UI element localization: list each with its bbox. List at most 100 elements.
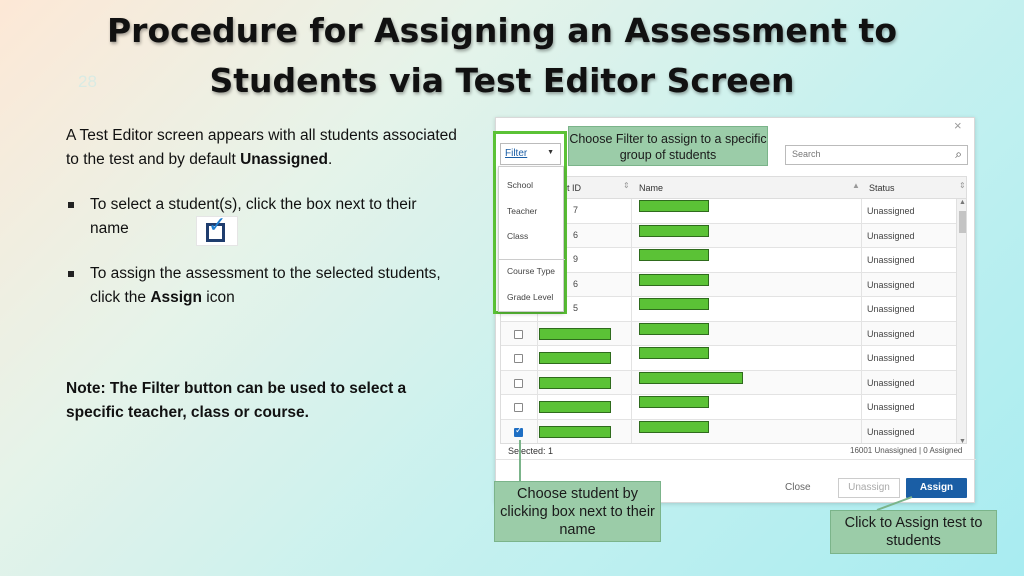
column-header-name[interactable]: Name bbox=[639, 183, 663, 193]
row-checkbox[interactable] bbox=[514, 329, 523, 339]
filter-option-course-type[interactable]: Course Type bbox=[507, 266, 555, 276]
redacted-student-name bbox=[639, 298, 709, 310]
filter-label: Filter bbox=[505, 148, 528, 159]
status-text: Unassigned bbox=[867, 328, 915, 339]
redacted-student-name bbox=[639, 273, 709, 286]
note-text: Note: The Filter button can be used to s… bbox=[66, 380, 407, 421]
sort-ascending-icon[interactable]: ▲ bbox=[852, 181, 860, 190]
intro-end: . bbox=[327, 151, 333, 168]
redacted-student-name bbox=[639, 322, 709, 335]
redacted-student-id bbox=[539, 352, 611, 364]
table-row[interactable]: 6 Unassigned bbox=[501, 272, 966, 297]
column-header-status[interactable]: Status bbox=[869, 183, 895, 193]
status-text: Unassigned bbox=[867, 206, 915, 216]
scroll-up-icon[interactable]: ▲ bbox=[959, 199, 966, 206]
selected-count: Selected: 1 bbox=[508, 446, 554, 456]
filter-option-class[interactable]: Class bbox=[507, 231, 528, 241]
checkbox-example-icon: ✓ bbox=[196, 213, 238, 246]
intro-bold: Unassigned bbox=[240, 151, 328, 168]
bullet-select-student: To select a student(s), click the box ne… bbox=[66, 193, 446, 241]
redacted-student-name bbox=[639, 200, 709, 212]
status-text: Unassigned bbox=[867, 255, 915, 265]
bullet-square-icon bbox=[68, 202, 74, 208]
table-row[interactable]: 5 Unassigned bbox=[501, 297, 966, 322]
student-id-fragment: 7 bbox=[573, 205, 579, 215]
row-checkbox[interactable] bbox=[514, 426, 523, 437]
title-line-2: Students via Test Editor Screen bbox=[209, 61, 795, 100]
table-row[interactable]: Unassigned bbox=[501, 395, 966, 420]
redacted-student-name bbox=[639, 249, 709, 261]
status-text: Unassigned bbox=[867, 230, 915, 241]
unassign-button[interactable]: Unassign bbox=[838, 478, 900, 498]
redacted-student-name bbox=[639, 347, 709, 359]
bullet2-part1: To assign the assessment to the selected… bbox=[90, 265, 441, 306]
sort-icon[interactable]: ⇕ bbox=[623, 181, 630, 190]
table-row[interactable]: Unassigned bbox=[501, 321, 966, 346]
status-text: Unassigned bbox=[867, 426, 915, 437]
redacted-student-name bbox=[639, 420, 709, 433]
search-input[interactable]: Search ⌕ bbox=[785, 145, 968, 165]
redacted-student-id bbox=[539, 376, 611, 389]
column-header-id[interactable]: t ID bbox=[567, 183, 581, 193]
table-row[interactable]: Unassigned bbox=[501, 370, 966, 395]
redacted-student-id bbox=[539, 401, 611, 413]
divider bbox=[496, 459, 976, 460]
table-row[interactable]: 6 Unassigned bbox=[501, 223, 966, 248]
table-header: t ID ⇕ Name ▲ Status ⇕ bbox=[501, 177, 966, 199]
table-row[interactable]: 7 Unassigned bbox=[501, 199, 966, 224]
callout-student: Choose student by clicking box next to t… bbox=[494, 481, 661, 542]
redacted-student-id bbox=[539, 327, 611, 340]
close-icon[interactable]: × bbox=[954, 118, 962, 133]
column-divider bbox=[861, 199, 862, 443]
filter-menu: School Teacher Class Course Type Grade L… bbox=[498, 166, 565, 312]
slide-title: Procedure for Assigning an Assessment to… bbox=[0, 6, 1004, 106]
search-placeholder: Search bbox=[792, 149, 821, 159]
status-text: Unassigned bbox=[867, 353, 915, 363]
filter-option-grade-level[interactable]: Grade Level bbox=[507, 292, 553, 302]
slide-number: 28 bbox=[78, 72, 97, 91]
redacted-student-name bbox=[639, 371, 743, 384]
row-checkbox[interactable] bbox=[514, 378, 523, 388]
bullet-assign: To assign the assessment to the selected… bbox=[66, 262, 446, 310]
sort-icon[interactable]: ⇕ bbox=[959, 181, 966, 190]
redacted-student-id bbox=[539, 425, 611, 438]
callout-filter: Choose Filter to assign to a specific gr… bbox=[568, 126, 768, 166]
status-text: Unassigned bbox=[867, 377, 915, 388]
search-icon[interactable]: ⌕ bbox=[955, 147, 962, 162]
callout-assign: Click to Assign test to students bbox=[830, 510, 997, 554]
title-line-1: Procedure for Assigning an Assessment to bbox=[106, 11, 897, 50]
student-id-fragment: 5 bbox=[573, 303, 579, 313]
bullet2-end: icon bbox=[202, 289, 235, 306]
scroll-down-icon[interactable]: ▼ bbox=[959, 438, 966, 443]
redacted-student-name bbox=[639, 396, 709, 408]
test-editor-dialog: × Search ⌕ t ID ⇕ Name ▲ Status ⇕ 7 Unass… bbox=[495, 117, 976, 503]
filter-option-teacher[interactable]: Teacher bbox=[507, 206, 537, 216]
assignment-counts: 16001 Unassigned | 0 Assigned bbox=[850, 446, 963, 455]
close-button[interactable]: Close bbox=[785, 482, 811, 493]
status-text: Unassigned bbox=[867, 402, 915, 412]
row-checkbox[interactable] bbox=[514, 403, 523, 412]
filter-button[interactable]: Filter ▼ bbox=[500, 143, 561, 165]
status-text: Unassigned bbox=[867, 279, 915, 290]
table-row[interactable]: Unassigned bbox=[501, 419, 966, 443]
checkmark-icon: ✓ bbox=[208, 213, 227, 238]
table-row[interactable]: 9 Unassigned bbox=[501, 248, 966, 273]
bullet-square-icon bbox=[68, 271, 74, 277]
assign-button[interactable]: Assign bbox=[906, 478, 967, 498]
student-id-fragment: 9 bbox=[573, 254, 579, 264]
chevron-down-icon: ▼ bbox=[547, 149, 554, 156]
scrollbar-thumb[interactable] bbox=[959, 211, 966, 233]
table-row[interactable]: Unassigned bbox=[501, 346, 966, 371]
bullet2-bold: Assign bbox=[150, 289, 202, 306]
vertical-scrollbar[interactable]: ▲ ▼ bbox=[956, 199, 966, 443]
row-checkbox[interactable] bbox=[514, 354, 523, 363]
column-divider bbox=[631, 199, 632, 443]
bullet1-text: To select a student(s), click the box ne… bbox=[90, 196, 417, 237]
redacted-student-name bbox=[639, 224, 709, 237]
student-id-fragment: 6 bbox=[573, 278, 579, 289]
student-id-fragment: 6 bbox=[573, 229, 579, 240]
student-table: t ID ⇕ Name ▲ Status ⇕ 7 Unassigned 6 Unass… bbox=[500, 176, 967, 444]
menu-divider bbox=[499, 259, 565, 260]
intro-text: A Test Editor screen appears with all st… bbox=[66, 124, 466, 172]
filter-option-school[interactable]: School bbox=[507, 180, 533, 190]
